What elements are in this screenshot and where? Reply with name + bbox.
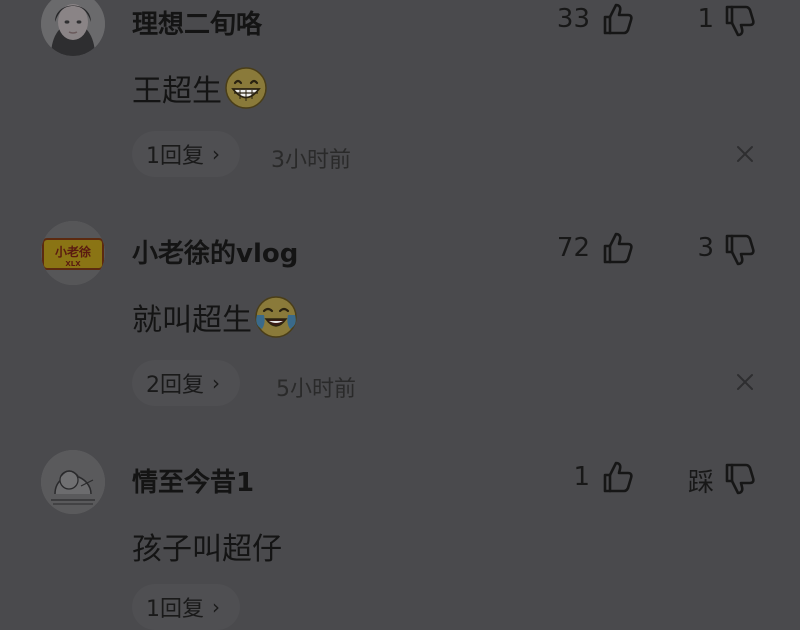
dislike-count: 3 bbox=[697, 233, 714, 263]
chevron-right-icon: › bbox=[212, 595, 220, 619]
thumbs-down-icon[interactable] bbox=[722, 232, 758, 268]
avatar-logo-sub-text: XLX bbox=[65, 260, 81, 268]
comment-text: 孩子叫超仔 bbox=[132, 524, 282, 568]
chevron-right-icon: › bbox=[212, 142, 220, 166]
reply-count-label: 1回复 bbox=[146, 597, 204, 622]
channel-logo-avatar: 小老徐 XLX bbox=[41, 221, 105, 285]
avatar-logo-main-text: 小老徐 bbox=[55, 244, 91, 259]
thumbs-down-icon[interactable] bbox=[722, 461, 758, 497]
avatar[interactable]: 小老徐 XLX bbox=[41, 221, 105, 285]
comment-time: 3小时前 bbox=[271, 148, 351, 173]
comment-text: 就叫超生 bbox=[132, 295, 298, 339]
avatar[interactable] bbox=[41, 0, 105, 56]
dislike-label: 踩 bbox=[687, 468, 714, 498]
like-count: 33 bbox=[556, 4, 590, 34]
dislike-count: 1 bbox=[697, 4, 714, 34]
laugh-cry-emoji bbox=[254, 295, 298, 339]
user-portrait-avatar bbox=[41, 0, 105, 56]
grin-emoji bbox=[224, 66, 268, 110]
username[interactable]: 情至今昔1 bbox=[132, 462, 254, 499]
reply-count-label: 2回复 bbox=[146, 373, 204, 398]
close-icon[interactable] bbox=[733, 142, 757, 166]
reply-count-button[interactable]: 1回复 › bbox=[132, 584, 240, 630]
thumbs-down-icon[interactable] bbox=[722, 3, 758, 39]
avatar[interactable] bbox=[41, 450, 105, 514]
thumbs-up-icon[interactable] bbox=[600, 230, 636, 266]
thumbs-up-icon[interactable] bbox=[600, 459, 636, 495]
thumbs-up-icon[interactable] bbox=[600, 1, 636, 37]
comment-text: 王超生 bbox=[132, 66, 268, 110]
close-icon[interactable] bbox=[733, 370, 757, 394]
reply-count-button[interactable]: 2回复 › bbox=[132, 360, 240, 406]
like-count: 1 bbox=[573, 462, 590, 492]
comment-text-label: 孩子叫超仔 bbox=[132, 532, 282, 567]
comment-text-label: 王超生 bbox=[132, 74, 222, 109]
comment-time: 5小时前 bbox=[276, 377, 356, 402]
sketch-illustration-avatar bbox=[41, 450, 105, 514]
reply-count-button[interactable]: 1回复 › bbox=[132, 131, 240, 177]
like-count: 72 bbox=[556, 233, 590, 263]
username[interactable]: 小老徐的vlog bbox=[132, 233, 298, 270]
username[interactable]: 理想二旬咯 bbox=[132, 4, 262, 41]
reply-count-label: 1回复 bbox=[146, 144, 204, 169]
comment-text-label: 就叫超生 bbox=[132, 303, 252, 338]
chevron-right-icon: › bbox=[212, 371, 220, 395]
